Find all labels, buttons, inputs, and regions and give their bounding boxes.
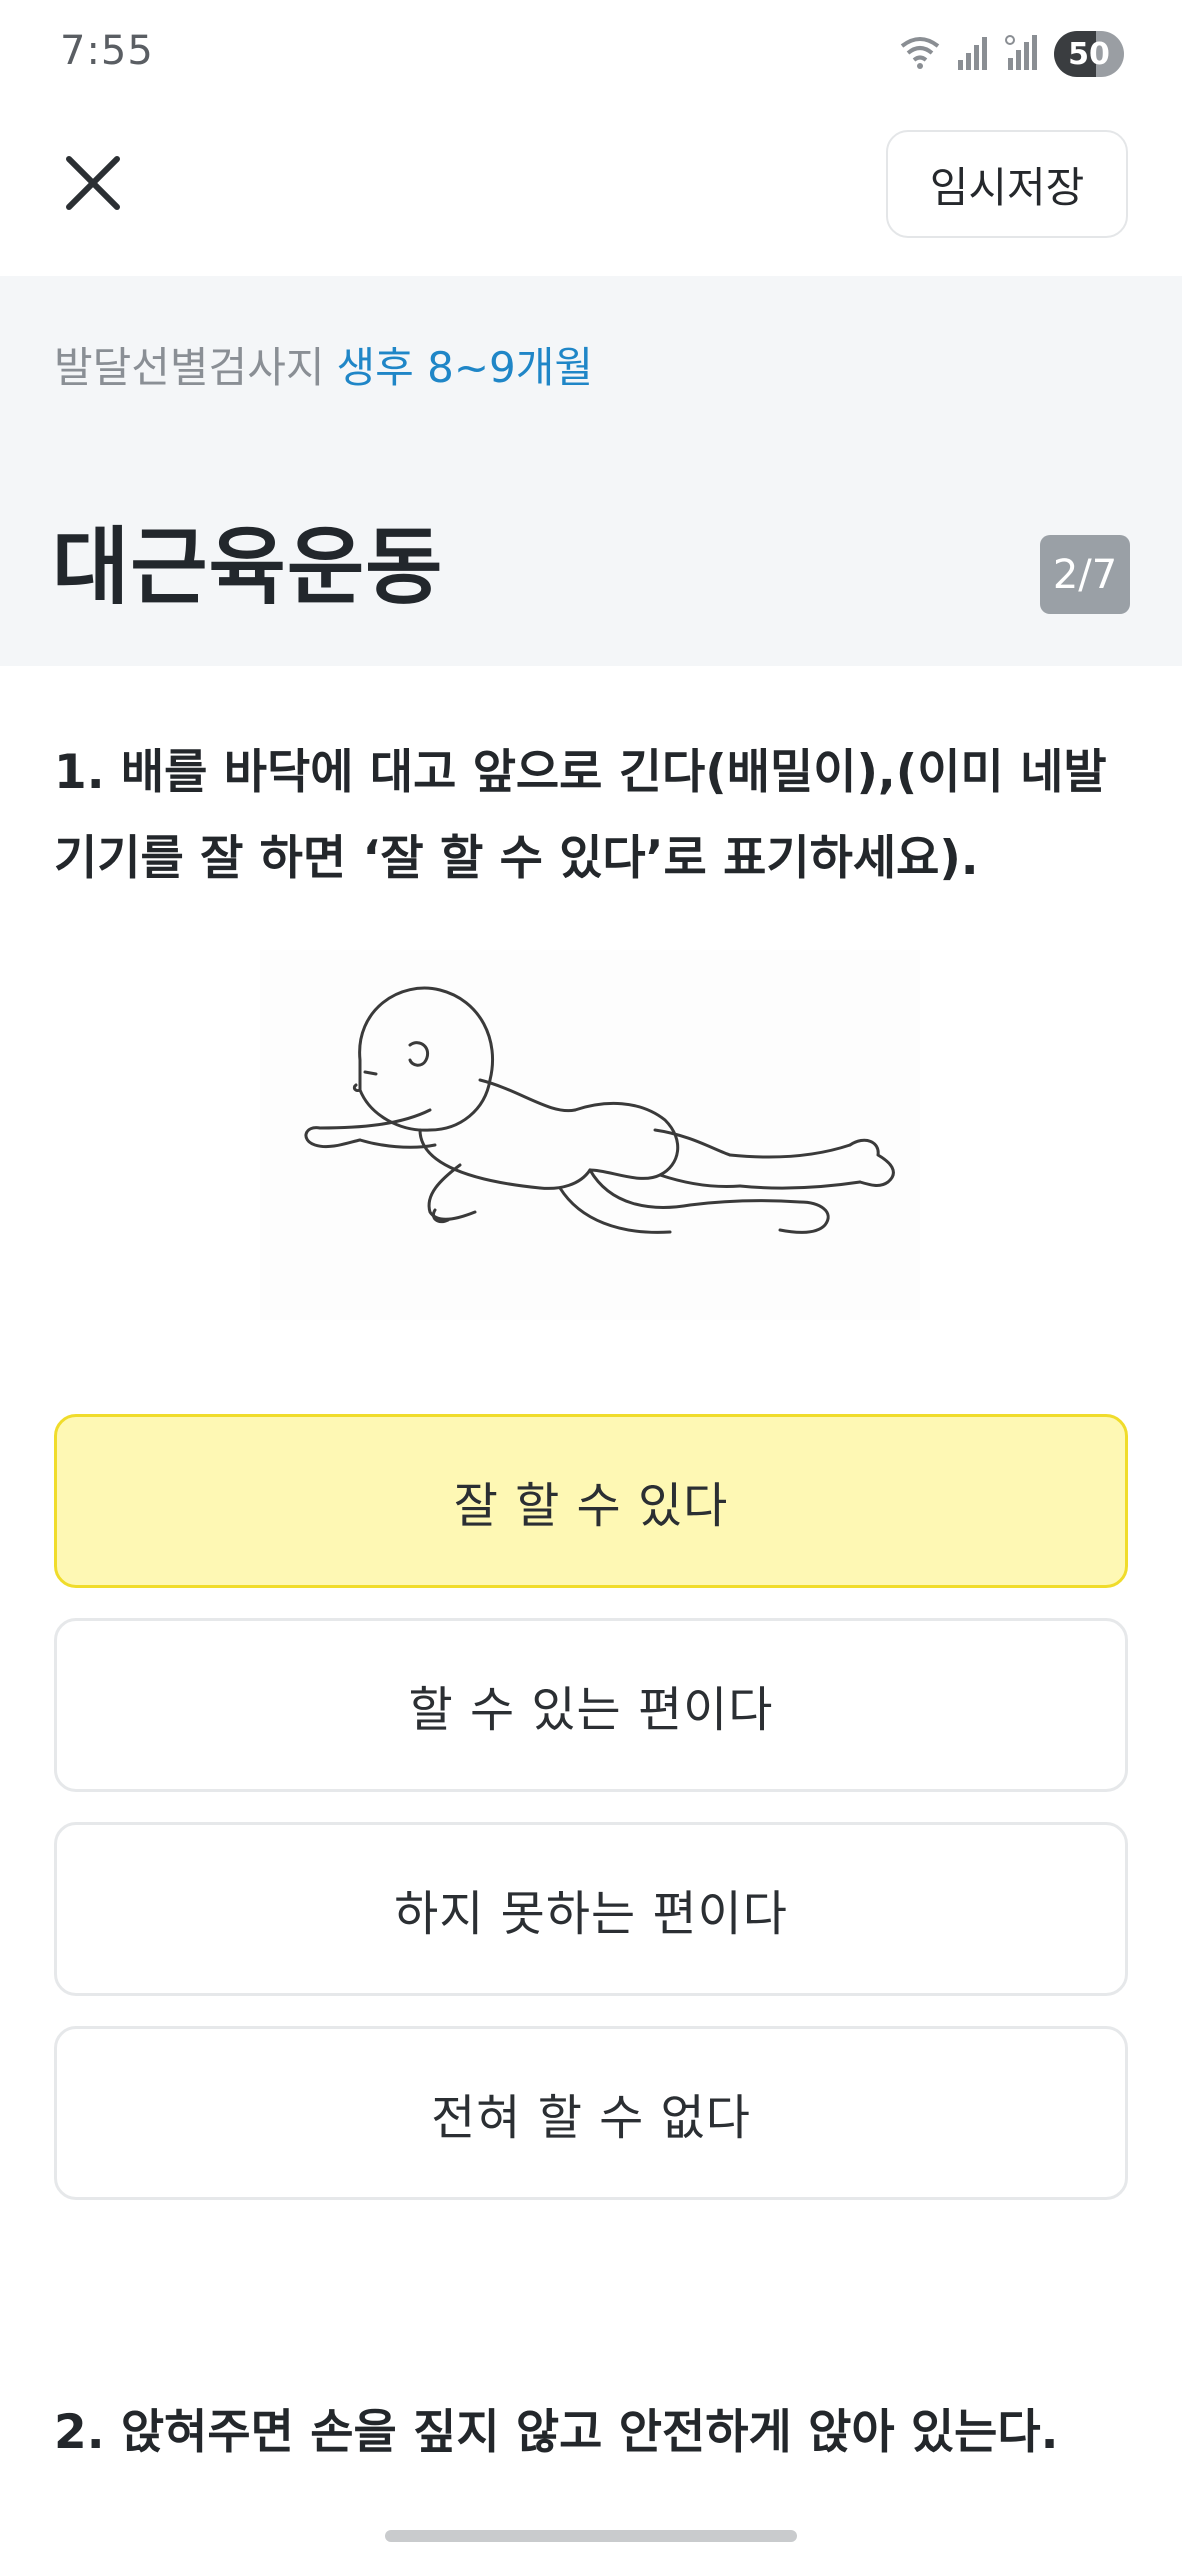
form-name: 발달선별검사지 <box>54 343 325 392</box>
form-info: 발달선별검사지 생후 8~9개월 <box>54 334 593 395</box>
question-1-text: 1. 배를 바닥에 대고 앞으로 긴다(배밀이),(이미 네발 기기를 잘 하면… <box>54 745 1107 886</box>
option-can-do-well[interactable]: 잘 할 수 있다 <box>54 1414 1128 1588</box>
question-2-text: 2. 앉혀주면 손을 짚지 않고 안전하게 앉아 있는다. <box>54 2405 1059 2460</box>
signal-icon <box>956 32 990 76</box>
home-indicator[interactable] <box>385 2530 797 2542</box>
section-title: 대근육운동 <box>52 518 444 616</box>
close-button[interactable] <box>48 140 138 230</box>
header-panel: 발달선별검사지 생후 8~9개월 대근육운동 2/7 <box>0 276 1182 666</box>
option-cannot-do-at-all[interactable]: 전혀 할 수 없다 <box>54 2026 1128 2200</box>
status-icons: 50 <box>898 28 1124 80</box>
temp-save-button[interactable]: 임시저장 <box>886 130 1128 238</box>
page-indicator-badge: 2/7 <box>1040 535 1130 614</box>
age-range: 생후 8~9개월 <box>336 343 594 392</box>
option-can-do-somewhat[interactable]: 할 수 있는 편이다 <box>54 1618 1128 1792</box>
top-bar: 임시저장 <box>0 110 1182 276</box>
roaming-signal-icon <box>1004 32 1040 76</box>
option-cannot-do-somewhat[interactable]: 하지 못하는 편이다 <box>54 1822 1128 1996</box>
close-icon <box>65 155 121 215</box>
battery-indicator: 50 <box>1054 31 1124 77</box>
wifi-icon <box>898 32 942 76</box>
status-bar: 7:55 50 <box>0 0 1182 110</box>
status-time: 7:55 <box>60 28 154 74</box>
baby-crawling-illustration <box>260 950 920 1320</box>
